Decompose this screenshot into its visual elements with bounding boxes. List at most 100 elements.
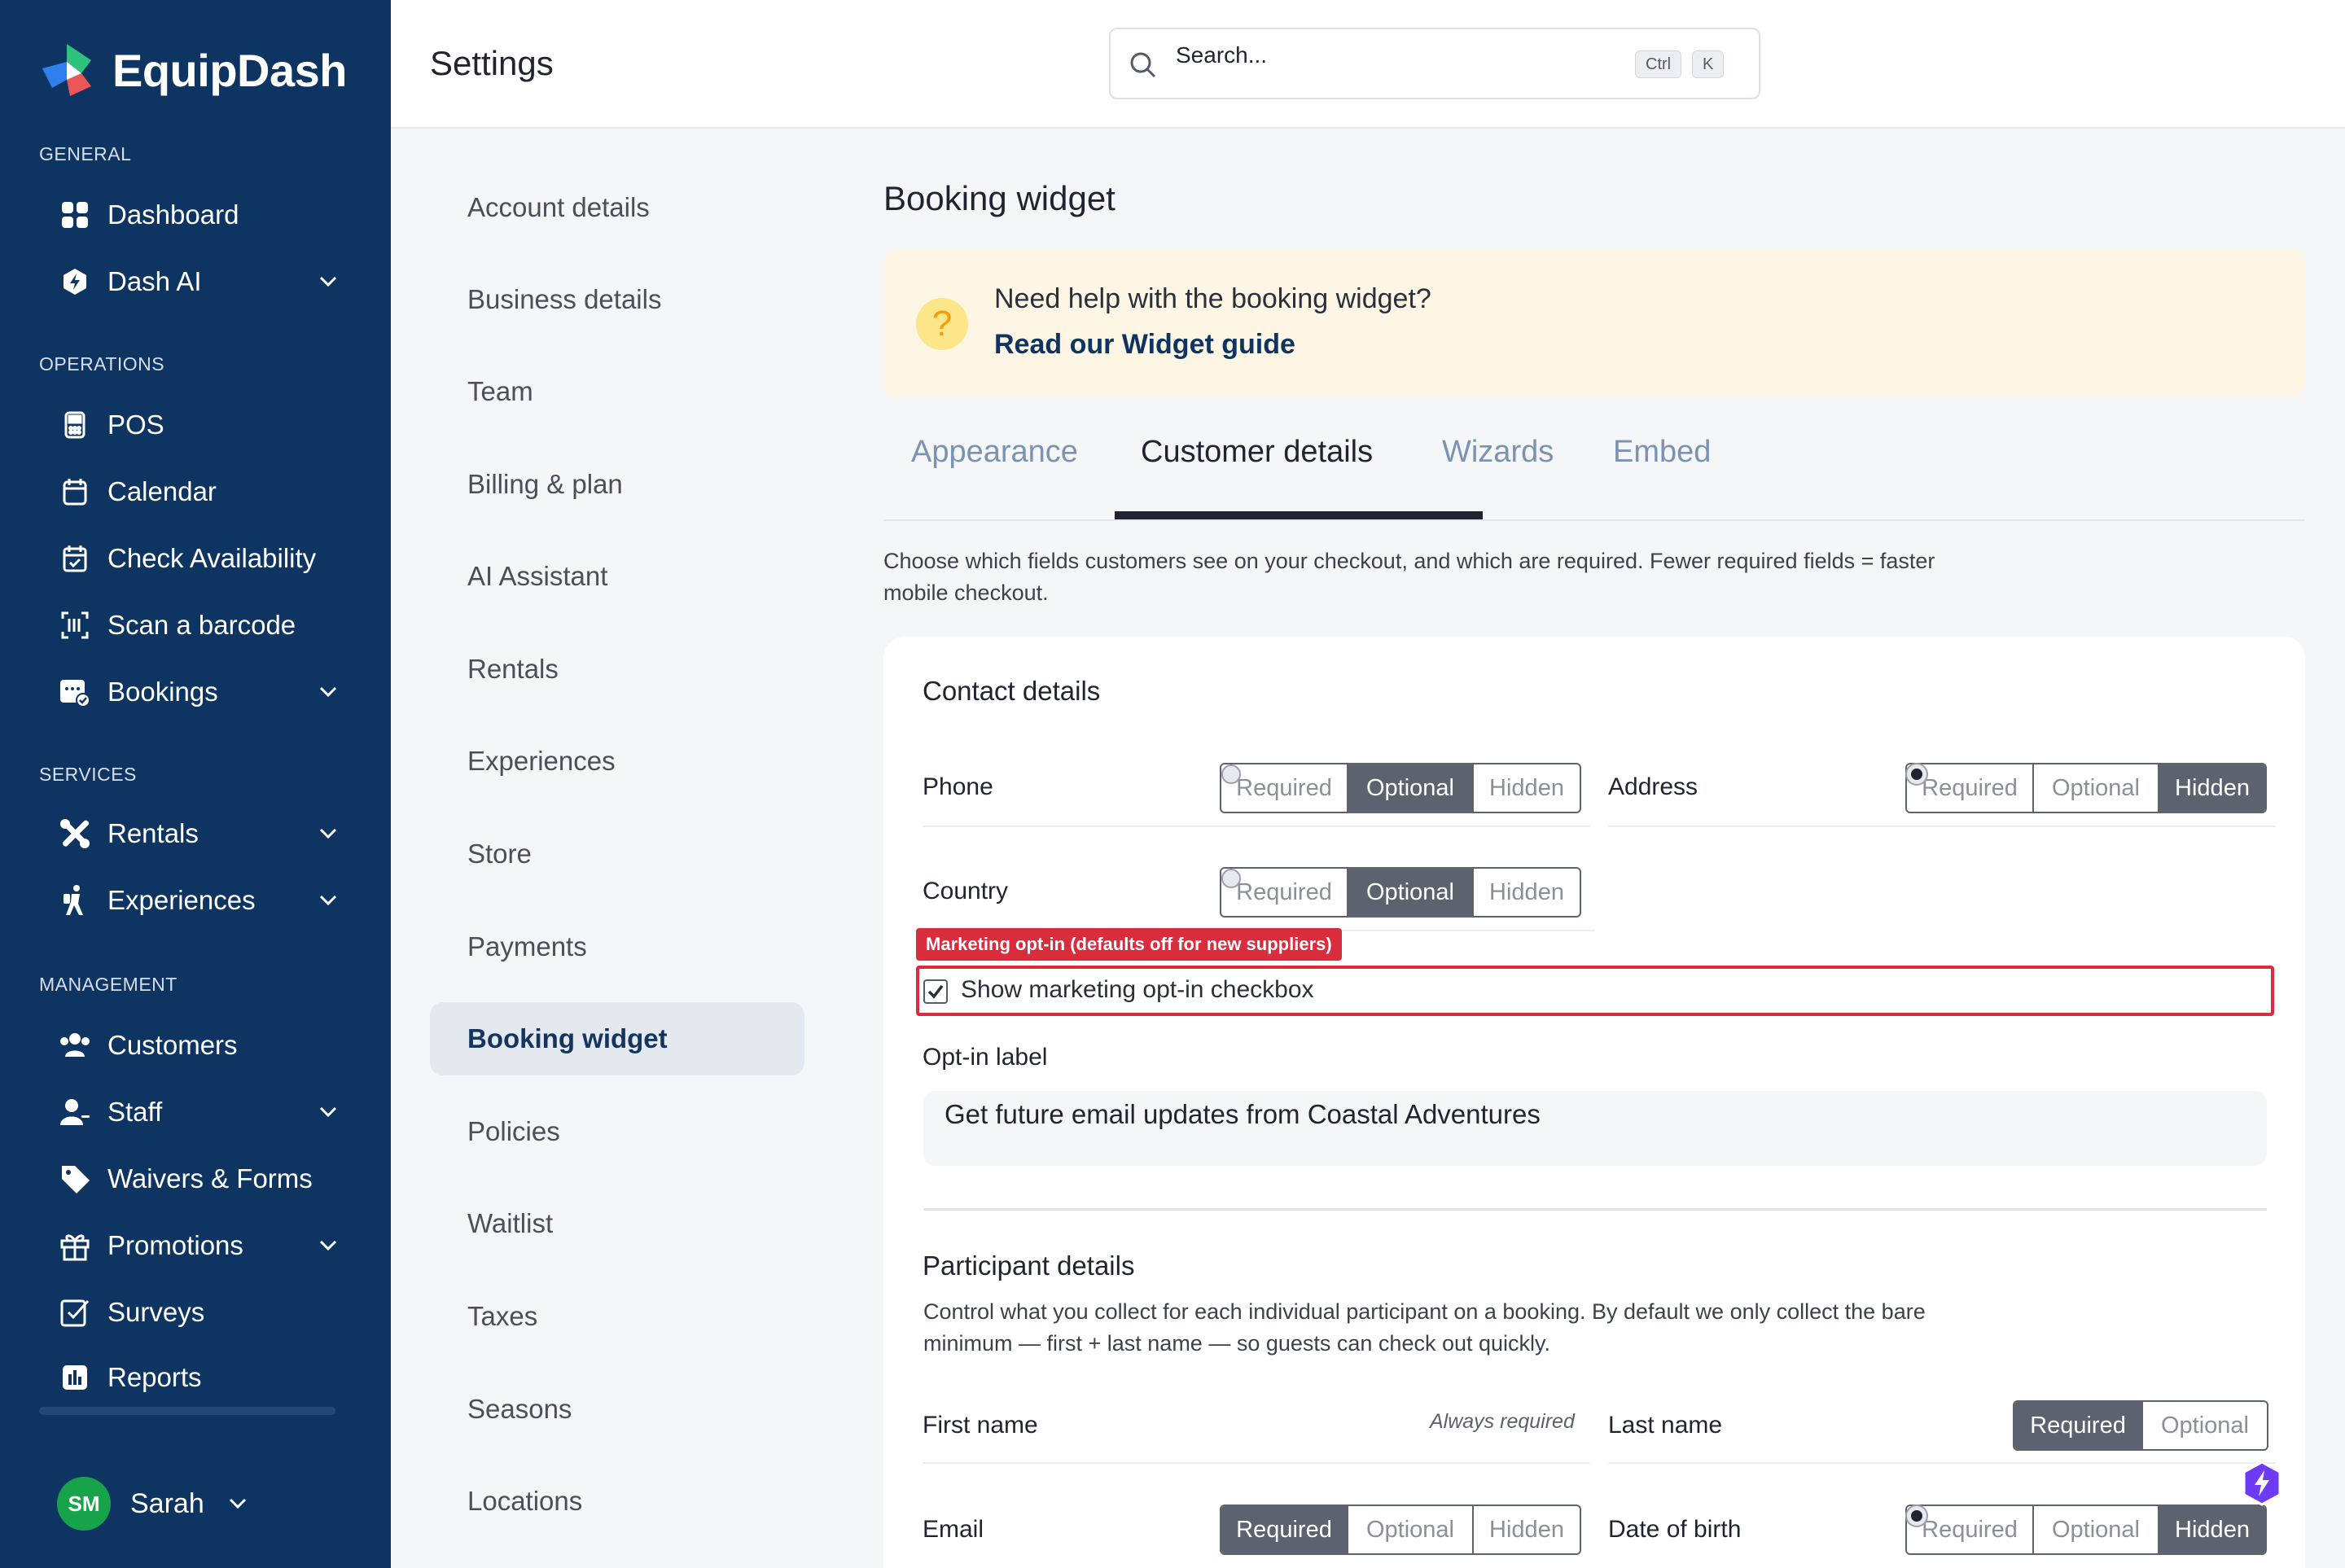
widget-guide-link[interactable]: Read our Widget guide bbox=[994, 329, 1295, 361]
calendar-icon bbox=[59, 475, 91, 508]
address-option-optional[interactable]: Optional bbox=[2034, 764, 2159, 812]
sidebar-item-dashboard[interactable]: Dashboard bbox=[59, 192, 339, 238]
sidebar-item-label: Rentals bbox=[107, 818, 199, 848]
dob-option-optional[interactable]: Optional bbox=[2034, 1506, 2159, 1553]
settings-nav-ai-assistant[interactable]: AI Assistant bbox=[430, 540, 804, 613]
intro-text: Choose which fields customers see on you… bbox=[883, 549, 1935, 605]
contact-details-title: Contact details bbox=[923, 676, 1101, 706]
users-icon bbox=[59, 1029, 91, 1062]
settings-nav-team[interactable]: Team bbox=[430, 355, 804, 428]
sidebar-item-label: Dash AI bbox=[107, 266, 202, 296]
phone-label: Phone bbox=[923, 773, 993, 800]
sidebar-item-bookings[interactable]: Bookings bbox=[59, 669, 339, 715]
last-name-toggle[interactable]: Required Optional bbox=[2013, 1400, 2268, 1451]
sidebar-item-calendar[interactable]: Calendar bbox=[59, 469, 339, 515]
country-radio[interactable] bbox=[1221, 869, 1241, 888]
barcode-scan-icon bbox=[59, 609, 91, 642]
sidebar-item-rentals[interactable]: Rentals bbox=[59, 811, 339, 856]
help-question: Need help with the booking widget? bbox=[994, 283, 1431, 314]
sidebar-item-customers[interactable]: Customers bbox=[59, 1023, 339, 1068]
country-label: Country bbox=[923, 878, 1009, 904]
sidebar-item-surveys[interactable]: Surveys bbox=[59, 1290, 339, 1335]
country-visibility-toggle[interactable]: Required Optional Hidden bbox=[1220, 867, 1581, 918]
settings-nav-billing-plan[interactable]: Billing & plan bbox=[430, 448, 804, 521]
participant-description: Control what you collect for each indivi… bbox=[923, 1299, 1926, 1356]
quick-action-bolt-icon[interactable] bbox=[2241, 1461, 2283, 1506]
last-name-option-required[interactable]: Required bbox=[2014, 1402, 2143, 1449]
sidebar-item-label: Waivers & Forms bbox=[107, 1163, 313, 1194]
country-option-hidden[interactable]: Hidden bbox=[1474, 869, 1580, 916]
section-management: MANAGEMENT bbox=[39, 974, 178, 995]
staff-icon bbox=[59, 1096, 91, 1128]
sidebar-item-pos[interactable]: POS bbox=[59, 402, 339, 448]
settings-nav-payments[interactable]: Payments bbox=[430, 910, 804, 983]
sidebar-item-promotions[interactable]: Promotions bbox=[59, 1223, 339, 1268]
section-divider bbox=[923, 1208, 2267, 1211]
email-option-optional[interactable]: Optional bbox=[1348, 1506, 1474, 1553]
brand-name: EquipDash bbox=[112, 44, 347, 96]
sidebar-item-staff[interactable]: Staff bbox=[59, 1089, 339, 1135]
settings-nav-store[interactable]: Store bbox=[430, 817, 804, 891]
calendar-check-icon bbox=[59, 542, 91, 575]
sidebar-item-label: Bookings bbox=[107, 677, 218, 707]
settings-nav-experiences[interactable]: Experiences bbox=[430, 725, 804, 798]
avatar: SM bbox=[57, 1477, 111, 1531]
email-visibility-toggle[interactable]: Required Optional Hidden bbox=[1220, 1504, 1581, 1555]
sidebar-item-waivers-forms[interactable]: Waivers & Forms bbox=[59, 1156, 339, 1202]
settings-nav-taxes[interactable]: Taxes bbox=[430, 1280, 804, 1353]
country-option-optional[interactable]: Optional bbox=[1348, 869, 1474, 916]
sidebar-item-reports[interactable]: Reports bbox=[59, 1355, 339, 1400]
user-menu[interactable]: SM Sarah bbox=[57, 1477, 248, 1531]
phone-visibility-toggle[interactable]: Required Optional Hidden bbox=[1220, 763, 1581, 813]
row-divider bbox=[1608, 826, 2276, 827]
tab-appearance[interactable]: Appearance bbox=[911, 435, 1078, 470]
sidebar-item-experiences[interactable]: Experiences bbox=[59, 878, 339, 923]
phone-option-optional[interactable]: Optional bbox=[1348, 764, 1474, 812]
address-option-hidden[interactable]: Hidden bbox=[2159, 764, 2265, 812]
settings-nav-waitlist[interactable]: Waitlist bbox=[430, 1187, 804, 1260]
last-name-label: Last name bbox=[1608, 1412, 1723, 1439]
settings-nav-seasons[interactable]: Seasons bbox=[430, 1373, 804, 1446]
sidebar-item-check-availability[interactable]: Check Availability bbox=[59, 536, 339, 581]
sparkle-hex-icon bbox=[59, 265, 91, 298]
row-divider bbox=[923, 826, 1590, 827]
chevron-down-icon bbox=[319, 276, 337, 287]
dob-radio[interactable] bbox=[1907, 1506, 1926, 1526]
search-icon bbox=[1130, 52, 1156, 78]
dob-option-hidden[interactable]: Hidden bbox=[2159, 1506, 2265, 1553]
email-option-required[interactable]: Required bbox=[1221, 1506, 1348, 1553]
brand-logo[interactable]: EquipDash bbox=[37, 41, 347, 99]
settings-nav-rentals[interactable]: Rentals bbox=[430, 633, 804, 706]
address-radio[interactable] bbox=[1907, 764, 1926, 784]
search-box[interactable]: Ctrl K bbox=[1109, 28, 1760, 99]
marketing-optin-label[interactable]: Show marketing opt-in checkbox bbox=[961, 976, 1314, 1004]
section-general: GENERAL bbox=[39, 143, 132, 164]
shortcut-k-key: K bbox=[1692, 50, 1725, 78]
phone-option-hidden[interactable]: Hidden bbox=[1474, 764, 1580, 812]
tab-embed[interactable]: Embed bbox=[1613, 435, 1711, 470]
sidebar-item-label: Calendar bbox=[107, 476, 217, 506]
tab-customer-details[interactable]: Customer details bbox=[1141, 435, 1373, 470]
sidebar-item-dash-ai[interactable]: Dash AI bbox=[59, 259, 339, 304]
settings-nav-business-details[interactable]: Business details bbox=[430, 263, 804, 336]
section-services: SERVICES bbox=[39, 764, 137, 785]
dob-visibility-toggle[interactable]: Required Optional Hidden bbox=[1905, 1504, 2267, 1555]
address-visibility-toggle[interactable]: Required Optional Hidden bbox=[1905, 763, 2267, 813]
settings-nav-locations[interactable]: Locations bbox=[430, 1465, 804, 1538]
phone-radio[interactable] bbox=[1221, 764, 1241, 784]
search-input[interactable] bbox=[1176, 39, 1632, 72]
chevron-down-icon bbox=[319, 686, 337, 698]
tab-wizards[interactable]: Wizards bbox=[1442, 435, 1554, 470]
settings-nav-booking-widget[interactable]: Booking widget bbox=[430, 1002, 804, 1075]
sidebar-item-label: Dashboard bbox=[107, 199, 239, 230]
last-name-option-optional[interactable]: Optional bbox=[2143, 1402, 2267, 1449]
email-option-hidden[interactable]: Hidden bbox=[1474, 1506, 1580, 1553]
marketing-optin-checkbox[interactable] bbox=[923, 979, 948, 1004]
sidebar-scrollbar[interactable] bbox=[39, 1407, 335, 1415]
user-name: Sarah bbox=[130, 1487, 204, 1519]
sidebar-item-label: Staff bbox=[107, 1097, 163, 1127]
chevron-down-icon bbox=[319, 1240, 337, 1251]
settings-nav-account-details[interactable]: Account details bbox=[430, 171, 804, 244]
settings-nav-policies[interactable]: Policies bbox=[430, 1095, 804, 1168]
sidebar-item-scan-barcode[interactable]: Scan a barcode bbox=[59, 602, 339, 648]
